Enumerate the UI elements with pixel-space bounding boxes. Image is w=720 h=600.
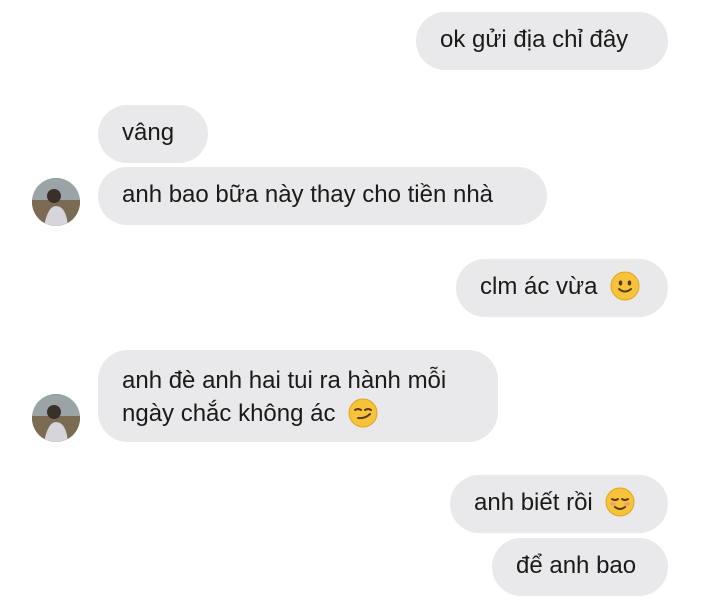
smiling-face-icon (605, 487, 635, 517)
message-text: ok gửi địa chỉ đây (440, 26, 629, 53)
message-text-line: anh đè anh hai tui ra hành mỗi (122, 367, 447, 394)
message-bubble-outgoing[interactable]: để anh bao (492, 538, 668, 596)
contact-avatar[interactable] (32, 178, 80, 226)
message-text: để anh bao (516, 552, 637, 579)
message-bubble-incoming[interactable]: anh bao bữa này thay cho tiền nhà (98, 167, 547, 225)
message-text: vâng (122, 119, 175, 146)
message-text: anh bao bữa này thay cho tiền nhà (122, 181, 494, 208)
message-bubble-outgoing[interactable]: anh biết rồi (450, 475, 668, 533)
message-text: anh biết rồi (474, 489, 593, 516)
message-bubble-incoming[interactable]: vâng (98, 105, 208, 163)
message-bubble-outgoing[interactable]: clm ác vừa (456, 259, 668, 317)
avatar-photo (32, 394, 80, 442)
message-bubble-incoming[interactable]: anh đè anh hai tui ra hành mỗi ngày chắc… (98, 350, 498, 442)
message-text-line: ngày chắc không ác (122, 400, 336, 427)
message-bubble-outgoing[interactable]: ok gửi địa chỉ đây (416, 12, 668, 70)
message-text-line-with-emoji: ngày chắc không ác (122, 397, 474, 430)
smirking-face-icon (348, 398, 378, 428)
avatar-photo (32, 178, 80, 226)
message-text: clm ác vừa (480, 273, 598, 300)
contact-avatar[interactable] (32, 394, 80, 442)
slightly-smiling-face-icon (610, 271, 640, 301)
